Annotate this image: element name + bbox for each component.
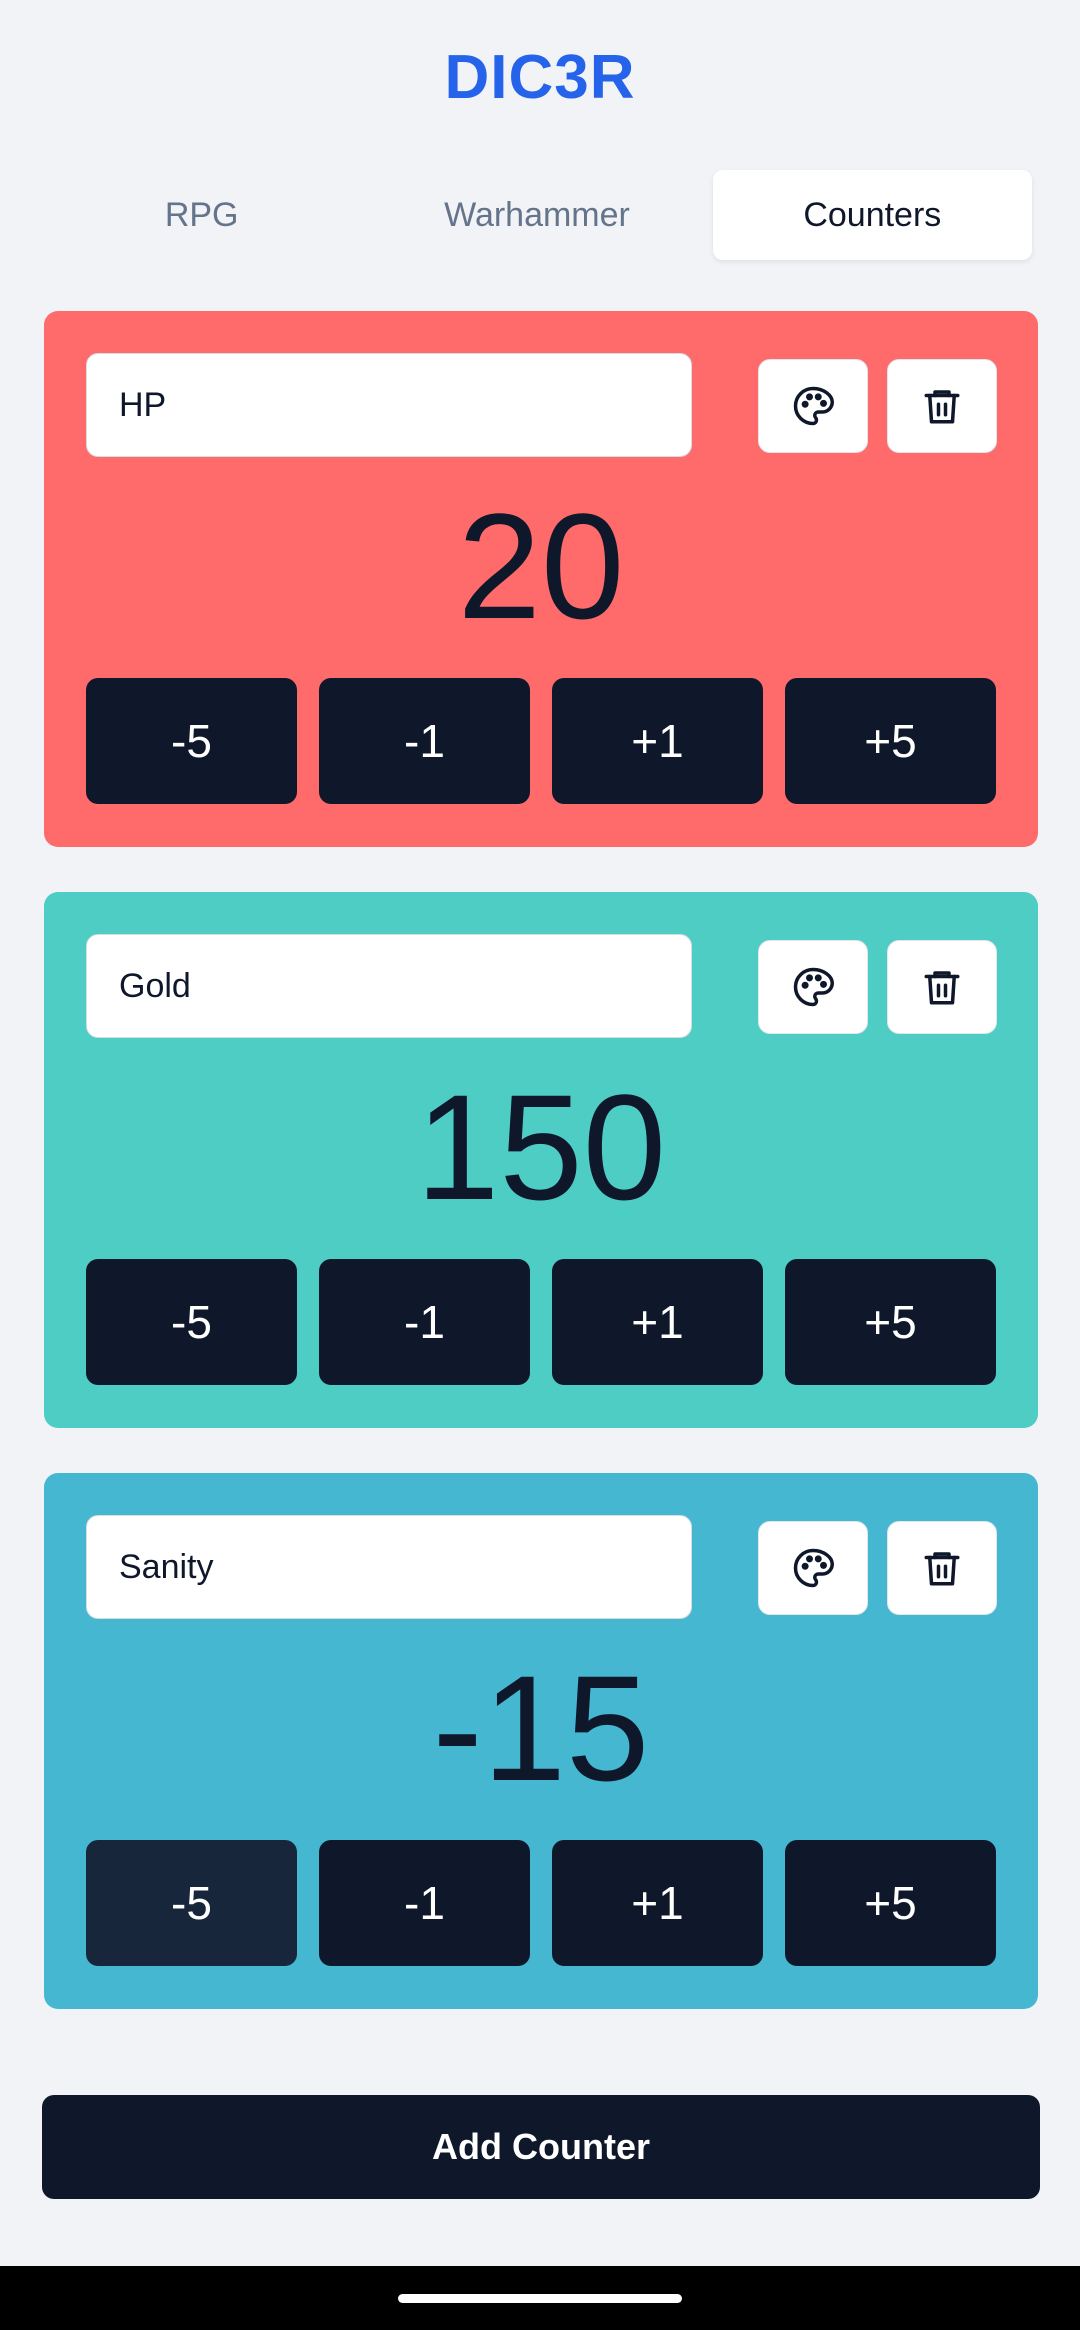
palette-icon xyxy=(793,967,834,1007)
minus-5-button[interactable]: -5 xyxy=(86,1259,297,1385)
plus-5-button[interactable]: +5 xyxy=(785,678,996,804)
step-button-row: -5 -1 +1 +5 xyxy=(86,1259,996,1385)
color-button[interactable] xyxy=(758,940,868,1034)
plus-5-button[interactable]: +5 xyxy=(785,1259,996,1385)
minus-1-button[interactable]: -1 xyxy=(319,678,530,804)
system-nav-bar xyxy=(0,2266,1080,2330)
counter-value: 150 xyxy=(415,1063,667,1231)
plus-1-button[interactable]: +1 xyxy=(552,1840,763,1966)
counter-value: 20 xyxy=(457,482,625,650)
counter-name-input[interactable] xyxy=(86,1515,692,1619)
trash-icon xyxy=(924,1552,960,1586)
palette-icon xyxy=(793,386,834,426)
minus-1-button[interactable]: -1 xyxy=(319,1259,530,1385)
app-title: DIC3R xyxy=(444,43,636,112)
counter-card-sanity: -15 -5 -1 +1 +5 xyxy=(44,1473,1038,2009)
trash-icon xyxy=(924,390,960,424)
counter-value: -15 xyxy=(432,1644,650,1812)
step-button-row: -5 -1 +1 +5 xyxy=(86,678,996,804)
counter-name-input[interactable] xyxy=(86,934,692,1038)
tab-counters[interactable]: Counters xyxy=(712,170,1032,260)
tab-warhammer[interactable]: Warhammer xyxy=(377,170,696,260)
counter-name-input[interactable] xyxy=(86,353,692,457)
tab-rpg[interactable]: RPG xyxy=(42,170,361,260)
counter-card-gold: 150 -5 -1 +1 +5 xyxy=(44,892,1038,1428)
color-button[interactable] xyxy=(758,1521,868,1615)
step-button-row: -5 -1 +1 +5 xyxy=(86,1840,996,1966)
minus-5-button[interactable]: -5 xyxy=(86,1840,297,1966)
minus-1-button[interactable]: -1 xyxy=(319,1840,530,1966)
counter-card-hp: 20 -5 -1 +1 +5 xyxy=(44,311,1038,847)
home-indicator[interactable] xyxy=(398,2294,682,2303)
tab-bar: RPG Warhammer Counters xyxy=(42,170,1032,260)
plus-1-button[interactable]: +1 xyxy=(552,678,763,804)
delete-button[interactable] xyxy=(887,359,997,453)
delete-button[interactable] xyxy=(887,1521,997,1615)
plus-5-button[interactable]: +5 xyxy=(785,1840,996,1966)
delete-button[interactable] xyxy=(887,940,997,1034)
color-button[interactable] xyxy=(758,359,868,453)
add-counter-button[interactable]: Add Counter xyxy=(42,2095,1040,2199)
minus-5-button[interactable]: -5 xyxy=(86,678,297,804)
plus-1-button[interactable]: +1 xyxy=(552,1259,763,1385)
palette-icon xyxy=(793,1548,834,1588)
trash-icon xyxy=(924,971,960,1005)
